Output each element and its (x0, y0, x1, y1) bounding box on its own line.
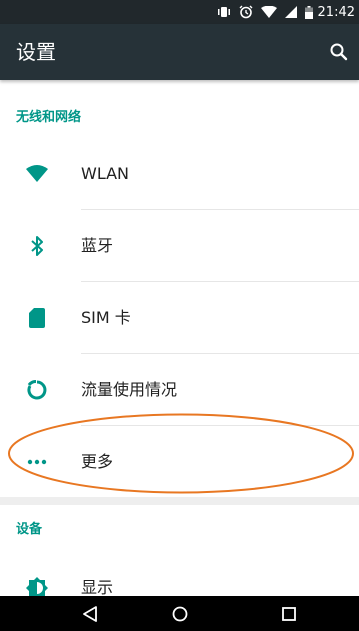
sim-card-icon (25, 306, 49, 330)
status-bar: 21:42 (0, 0, 359, 24)
wifi-icon (25, 162, 49, 186)
wifi-icon (260, 6, 277, 18)
page-title: 设置 (16, 40, 56, 64)
bluetooth-icon (25, 234, 49, 258)
back-icon[interactable] (60, 596, 120, 631)
alarm-icon (239, 5, 253, 19)
settings-item-label: 更多 (81, 452, 114, 471)
settings-item-bluetooth[interactable]: 蓝牙 (0, 210, 359, 282)
section-header-device: 设备 (16, 522, 43, 537)
section-header-wireless: 无线和网络 (16, 110, 82, 125)
data-usage-icon (25, 378, 49, 402)
vibrate-icon (217, 6, 231, 18)
settings-item-label: 蓝牙 (81, 236, 114, 255)
section-divider (0, 497, 359, 505)
cellular-icon (284, 6, 297, 18)
home-icon[interactable] (150, 596, 210, 631)
settings-item-more[interactable]: 更多 (0, 426, 359, 498)
more-horiz-icon (25, 450, 49, 474)
nav-bar (0, 596, 359, 631)
settings-item-wlan[interactable]: WLAN (0, 138, 359, 210)
settings-item-label: 流量使用情况 (81, 380, 178, 399)
battery-icon (304, 5, 313, 19)
status-time: 21:42 (317, 4, 355, 20)
settings-item-data-usage[interactable]: 流量使用情况 (0, 354, 359, 426)
settings-item-sim[interactable]: SIM 卡 (0, 282, 359, 354)
app-bar: 设置 (0, 24, 359, 80)
recents-icon[interactable] (259, 596, 319, 631)
settings-item-label: WLAN (81, 164, 130, 183)
search-icon[interactable] (327, 40, 351, 64)
settings-item-label: SIM 卡 (81, 308, 131, 327)
